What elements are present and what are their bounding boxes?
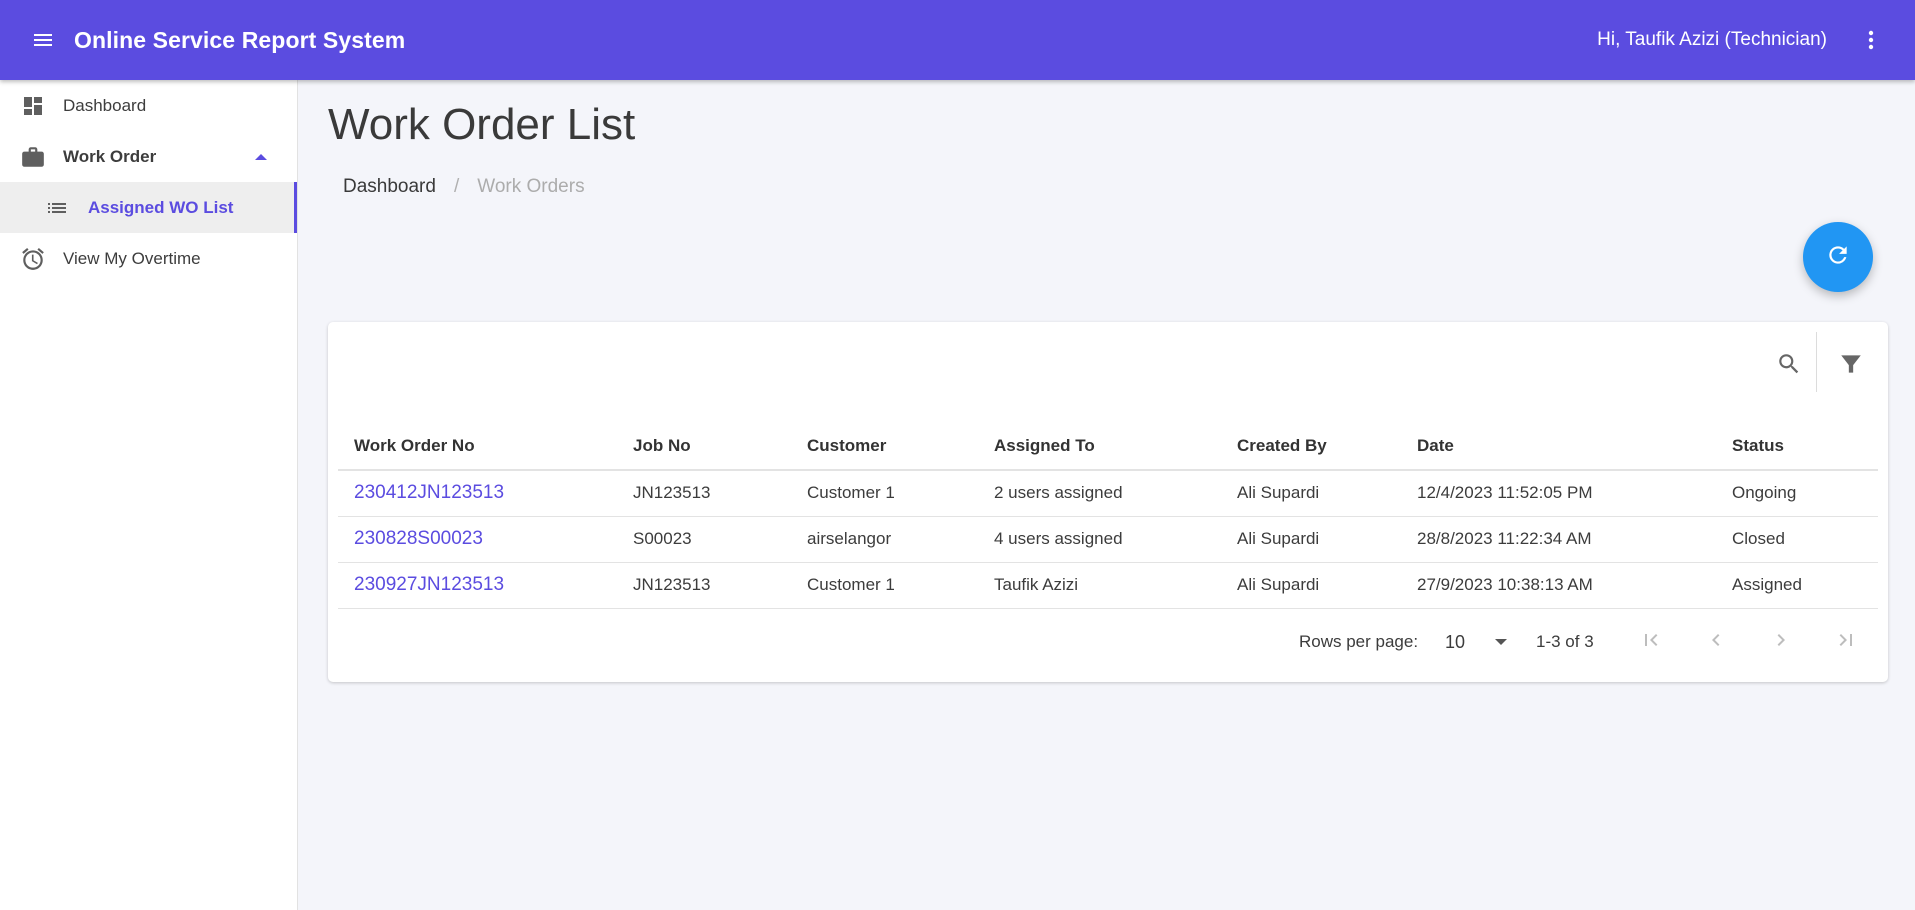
sidebar-item-assigned-wo-list[interactable]: Assigned WO List	[0, 182, 297, 233]
table-row: 230828S00023 S00023 airselangor 4 users …	[338, 516, 1878, 563]
cell-status: Assigned	[1716, 562, 1878, 609]
search-button[interactable]	[1768, 345, 1810, 387]
cell-created-by: Ali Supardi	[1221, 562, 1401, 609]
breadcrumb-separator: /	[453, 176, 460, 197]
last-page-button[interactable]	[1831, 627, 1861, 657]
cell-assigned-to: 4 users assigned	[978, 516, 1221, 563]
user-greeting: Hi, Taufik Azizi (Technician)	[1597, 29, 1827, 50]
cell-assigned-to: Taufik Azizi	[978, 562, 1221, 609]
alarm-clock-icon	[20, 246, 46, 272]
sidebar-item-view-my-overtime[interactable]: View My Overtime	[0, 233, 297, 284]
cell-status: Closed	[1716, 516, 1878, 563]
column-header-created-by[interactable]: Created By	[1221, 422, 1401, 471]
briefcase-icon	[20, 144, 46, 170]
column-header-work-order-no[interactable]: Work Order No	[338, 422, 617, 471]
sidebar-item-dashboard[interactable]: Dashboard	[0, 80, 297, 131]
page-title: Work Order List	[328, 100, 636, 149]
cell-customer: Customer 1	[791, 470, 978, 517]
cell-created-by: Ali Supardi	[1221, 470, 1401, 517]
cell-assigned-to: 2 users assigned	[978, 470, 1221, 517]
app-bar: Online Service Report System Hi, Taufik …	[0, 0, 1915, 80]
cell-job-no: JN123513	[617, 562, 791, 609]
cell-work-order-no: 230828S00023	[338, 516, 617, 563]
hamburger-menu-icon[interactable]	[29, 26, 57, 54]
work-order-link[interactable]: 230828S00023	[354, 528, 483, 549]
rows-per-page-label: Rows per page:	[1299, 632, 1419, 651]
pagination: Rows per page: 10 1-3 of 3	[328, 622, 1888, 662]
cell-work-order-no: 230927JN123513	[338, 562, 617, 609]
column-header-job-no[interactable]: Job No	[617, 422, 791, 471]
sidebar-item-work-order[interactable]: Work Order	[0, 131, 297, 182]
pagination-range: 1-3 of 3	[1536, 632, 1594, 651]
list-icon	[44, 195, 70, 221]
cell-customer: Customer 1	[791, 562, 978, 609]
cell-date: 12/4/2023 11:52:05 PM	[1401, 470, 1716, 517]
sidebar-item-label: View My Overtime	[63, 248, 201, 268]
first-page-button[interactable]	[1636, 627, 1666, 657]
cell-date: 27/9/2023 10:38:13 AM	[1401, 562, 1716, 609]
cell-status: Ongoing	[1716, 470, 1878, 517]
table-row: 230927JN123513 JN123513 Customer 1 Taufi…	[338, 562, 1878, 609]
cell-job-no: JN123513	[617, 470, 791, 517]
column-header-customer[interactable]: Customer	[791, 422, 978, 471]
breadcrumb: Dashboard / Work Orders	[343, 176, 585, 198]
work-order-table-card: Work Order No Job No Customer Assigned T…	[328, 322, 1888, 682]
sidebar-item-label: Work Order	[63, 146, 157, 166]
cell-customer: airselangor	[791, 516, 978, 563]
refresh-icon	[1825, 242, 1851, 273]
next-page-button[interactable]	[1766, 627, 1796, 657]
table-row: 230412JN123513 JN123513 Customer 1 2 use…	[338, 470, 1878, 517]
search-icon	[1776, 351, 1802, 382]
caret-up-icon[interactable]	[255, 153, 267, 160]
work-order-link[interactable]: 230412JN123513	[354, 482, 504, 503]
filter-button[interactable]	[1830, 345, 1872, 387]
cell-job-no: S00023	[617, 516, 791, 563]
column-header-status[interactable]: Status	[1716, 422, 1878, 471]
chevron-left-icon	[1704, 628, 1728, 657]
more-vert-icon[interactable]	[1857, 26, 1885, 54]
cell-created-by: Ali Supardi	[1221, 516, 1401, 563]
breadcrumb-dashboard[interactable]: Dashboard	[343, 176, 436, 198]
column-header-assigned-to[interactable]: Assigned To	[978, 422, 1221, 471]
filter-icon	[1838, 351, 1864, 382]
toolbar-divider	[1816, 332, 1817, 392]
last-page-icon	[1834, 628, 1858, 657]
cell-work-order-no: 230412JN123513	[338, 470, 617, 517]
dropdown-arrow-icon	[1495, 639, 1508, 645]
breadcrumb-current: Work Orders	[477, 176, 585, 197]
work-order-table: Work Order No Job No Customer Assigned T…	[338, 422, 1878, 609]
sidebar-item-label: Assigned WO List	[88, 197, 234, 217]
previous-page-button[interactable]	[1701, 627, 1731, 657]
sidebar-item-label: Dashboard	[63, 95, 147, 115]
table-header-row: Work Order No Job No Customer Assigned T…	[338, 422, 1878, 471]
refresh-button[interactable]	[1803, 222, 1873, 292]
work-order-link[interactable]: 230927JN123513	[354, 574, 504, 595]
first-page-icon	[1639, 628, 1663, 657]
sidebar: Dashboard Work Order Assigned WO List Vi…	[0, 80, 298, 910]
app-title: Online Service Report System	[74, 26, 406, 53]
column-header-date[interactable]: Date	[1401, 422, 1716, 471]
cell-date: 28/8/2023 11:22:34 AM	[1401, 516, 1716, 563]
rows-per-page-value: 10	[1445, 631, 1466, 652]
chevron-right-icon	[1769, 628, 1793, 657]
dashboard-icon	[20, 93, 46, 119]
rows-per-page-select[interactable]: 10	[1445, 631, 1508, 653]
